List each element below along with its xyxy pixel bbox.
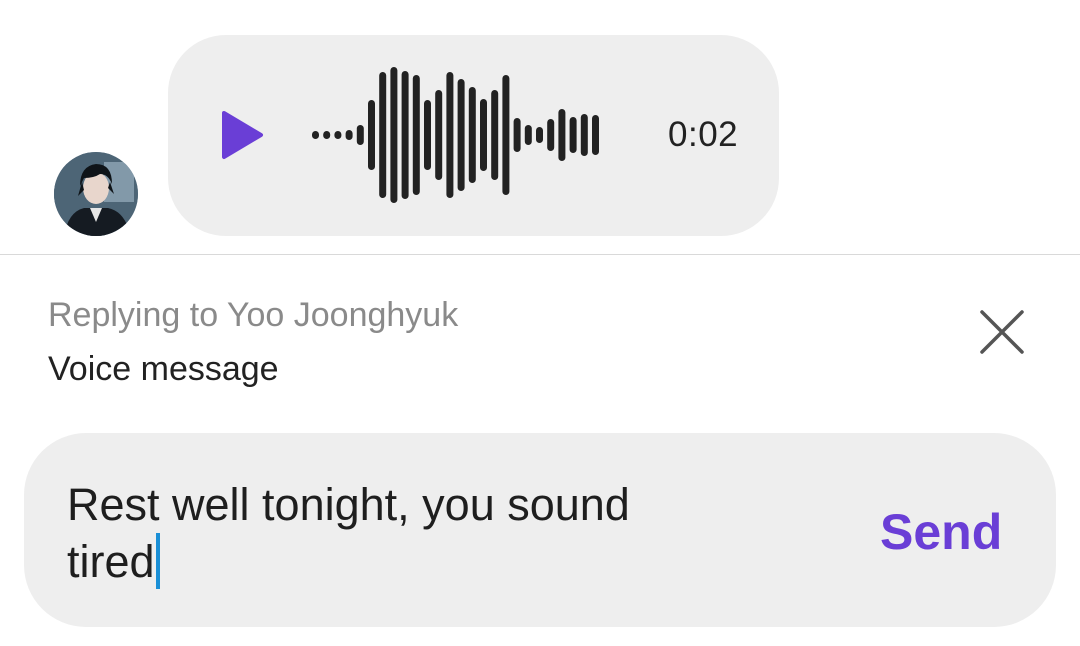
voice-duration: 0:02 [668, 115, 739, 154]
waveform-bar [401, 71, 409, 199]
waveform-bar [446, 72, 454, 198]
message-text-value: Rest well tonight, you sound tired [67, 479, 630, 587]
waveform-bar [424, 100, 431, 170]
waveform-bar [569, 117, 577, 153]
waveform-bar [468, 87, 476, 183]
waveform-bar [491, 90, 499, 180]
divider [0, 254, 1080, 255]
waveform-bar [323, 131, 331, 139]
chat-screen: 0:02 Replying to Yoo Joonghyuk Voice mes… [0, 0, 1080, 646]
waveform-bar [536, 127, 543, 143]
waveform-bar [312, 131, 319, 139]
play-button[interactable] [220, 110, 264, 160]
avatar-portrait-icon [54, 152, 138, 236]
waveform-bar [435, 90, 443, 180]
waveform-bar [356, 125, 364, 145]
waveform-bar [480, 99, 487, 171]
waveform-bar [502, 75, 510, 195]
waveform[interactable] [312, 65, 642, 205]
text-caret [155, 533, 160, 589]
message-input-text[interactable]: Rest well tonight, you sound tired [67, 477, 707, 590]
waveform-bar [592, 115, 599, 155]
waveform-bar [334, 131, 342, 139]
voice-message-bubble[interactable]: 0:02 [168, 35, 779, 236]
send-button[interactable]: Send [880, 503, 1002, 561]
reply-quoted-message: Voice message [48, 350, 279, 388]
replying-to-label: Replying to Yoo Joonghyuk [48, 296, 459, 334]
waveform-bar [379, 72, 387, 198]
waveform-bar [558, 109, 566, 161]
waveform-bar [345, 130, 353, 140]
waveform-bar [368, 100, 375, 170]
message-input[interactable]: Rest well tonight, you sound tired Send [24, 433, 1056, 627]
waveform-bar [390, 67, 398, 203]
avatar[interactable] [54, 152, 138, 236]
waveform-bar [547, 119, 555, 151]
waveform-bar [457, 79, 465, 191]
waveform-bar [524, 125, 532, 145]
waveform-bar [412, 75, 420, 195]
close-icon [980, 310, 1024, 354]
waveform-bar [580, 114, 588, 156]
cancel-reply-button[interactable] [978, 308, 1026, 356]
waveform-bar [513, 118, 521, 152]
play-icon [222, 111, 263, 159]
